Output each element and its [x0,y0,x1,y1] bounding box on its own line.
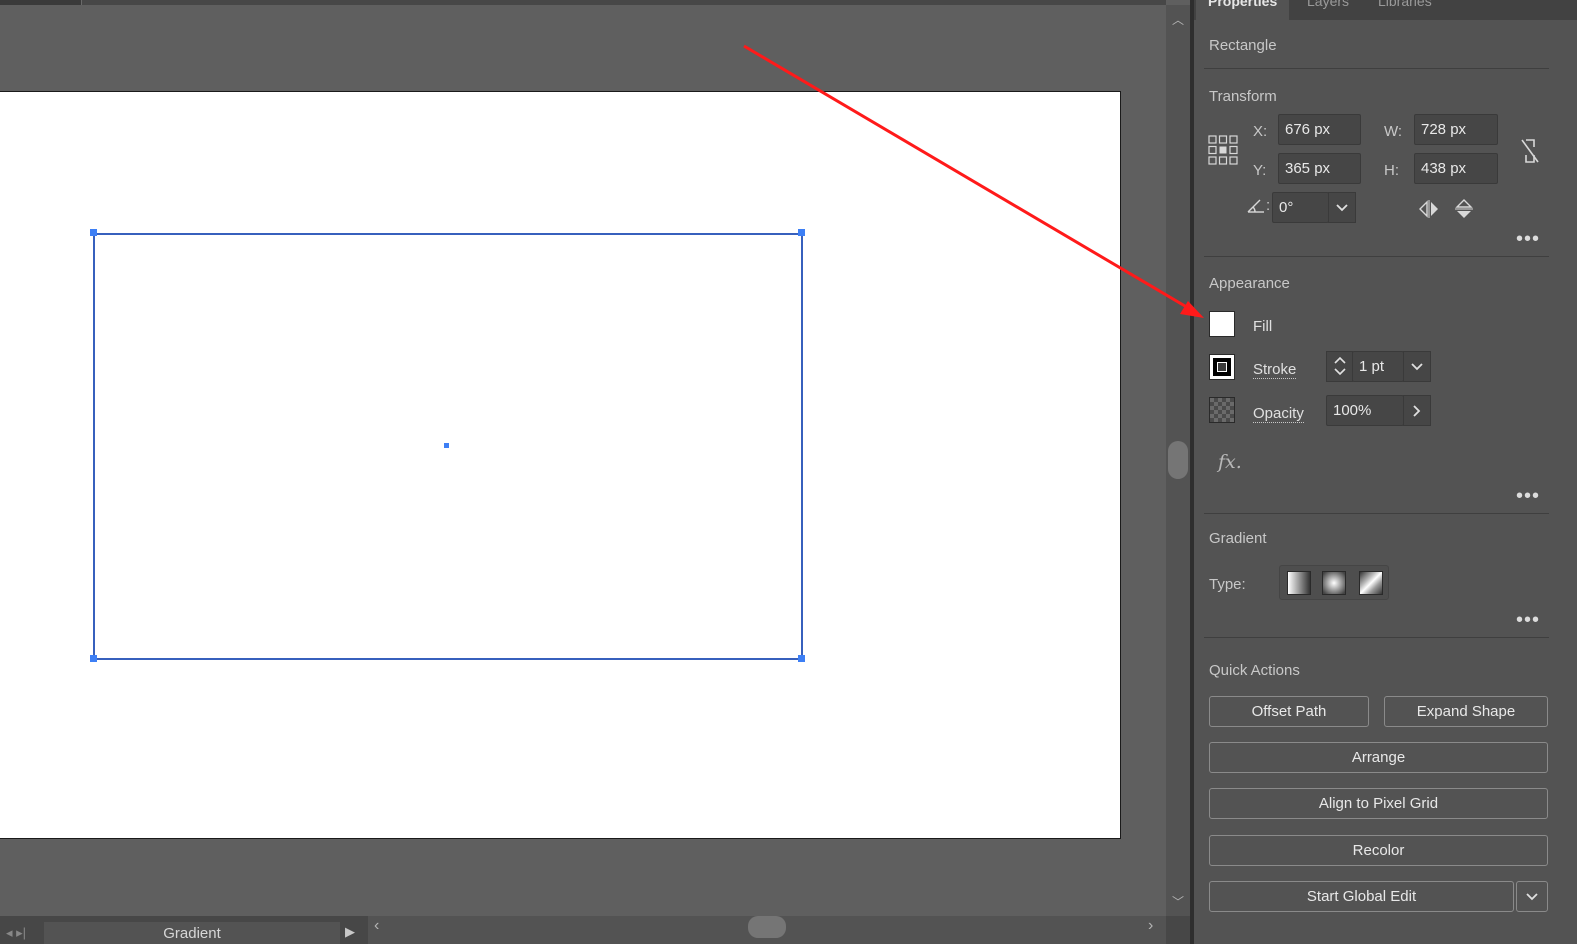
stroke-label[interactable]: Stroke [1253,361,1297,379]
radial-gradient-icon[interactable] [1322,571,1346,595]
fx-effects-icon[interactable]: fx. [1218,451,1242,473]
constrain-proportions-icon[interactable] [1519,137,1541,165]
appearance-title: Appearance [1209,275,1290,292]
transform-more-options-icon[interactable]: ••• [1516,229,1540,249]
rotate-angle-icon [1247,199,1264,213]
tab-layers[interactable]: Layers [1295,0,1361,20]
start-global-edit-button[interactable]: Start Global Edit [1209,881,1514,912]
flip-vertical-icon[interactable] [1455,198,1473,220]
y-input[interactable]: 365 px [1278,153,1361,184]
stroke-weight-stepper[interactable] [1326,351,1353,382]
divider [1204,256,1549,257]
recolor-button[interactable]: Recolor [1209,835,1548,866]
selection-handle-bottom-right[interactable] [798,655,805,662]
object-type-label: Rectangle [1209,37,1277,54]
chevron-down-icon [1336,204,1348,212]
chevron-down-icon [1526,893,1538,901]
scroll-down-icon[interactable]: ﹀ [1166,893,1190,910]
rotate-angle-input[interactable]: 0° [1272,192,1329,223]
chevron-right-icon [1413,405,1421,417]
scroll-up-icon[interactable]: ︿ [1166,11,1190,28]
rotate-colon: : [1266,197,1271,214]
tab-libraries[interactable]: Libraries [1366,0,1444,20]
horizontal-scroll-thumb[interactable] [748,916,786,938]
expand-shape-button[interactable]: Expand Shape [1384,696,1548,727]
fill-swatch[interactable] [1209,311,1235,337]
divider [1204,637,1549,638]
chevron-down-icon [1411,363,1423,371]
x-input[interactable]: 676 px [1278,114,1361,145]
divider [1204,68,1549,69]
status-menu-play-icon[interactable]: ▶ [345,924,355,940]
selected-rectangle[interactable] [0,0,1166,916]
gradient-more-options-icon[interactable]: ••• [1516,610,1540,630]
selection-handle-bottom-left[interactable] [90,655,97,662]
reference-point-icon[interactable] [1208,135,1238,165]
transform-title: Transform [1209,88,1277,105]
opacity-input[interactable]: 100% [1326,395,1404,426]
flip-horizontal-icon[interactable] [1418,200,1440,218]
panel-tabs: Properties Layers Libraries [1194,0,1577,20]
freeform-gradient-icon[interactable] [1359,571,1383,595]
offset-path-button[interactable]: Offset Path [1209,696,1369,727]
opacity-flyout[interactable] [1403,395,1431,426]
y-label: Y: [1253,162,1267,179]
h-label: H: [1384,162,1399,179]
vertical-scroll-thumb[interactable] [1168,441,1188,479]
gradient-type-label: Type: [1209,576,1246,593]
quick-actions-title: Quick Actions [1209,662,1300,679]
artboard-nav-last-icon[interactable]: ◂ ▸| [0,922,42,944]
linear-gradient-icon[interactable] [1287,571,1311,595]
global-edit-options-dropdown[interactable] [1516,881,1548,912]
arrange-button[interactable]: Arrange [1209,742,1548,773]
canvas-area[interactable] [0,0,1166,916]
w-input[interactable]: 728 px [1414,114,1498,145]
h-input[interactable]: 438 px [1414,153,1498,184]
fill-label: Fill [1253,318,1273,335]
stroke-swatch[interactable] [1209,354,1235,380]
selection-handle-top-right[interactable] [798,229,805,236]
opacity-label[interactable]: Opacity [1253,405,1304,423]
stroke-swatch-hole [1217,362,1227,372]
align-to-pixel-grid-button[interactable]: Align to Pixel Grid [1209,788,1548,819]
stroke-swatch-inner [1213,358,1231,376]
stepper-arrows-icon [1333,356,1346,376]
status-tool-label[interactable]: Gradient [44,922,340,944]
properties-panel: Properties Layers Libraries Rectangle Tr… [1194,0,1577,944]
tab-properties[interactable]: Properties [1196,0,1290,20]
appearance-more-options-icon[interactable]: ••• [1516,486,1540,506]
illustrator-window: ︿ ﹀ ◂ ▸| Gradient ▶ ‹ › Properties Layer… [0,0,1577,944]
divider [1204,513,1549,514]
gradient-title: Gradient [1209,530,1267,547]
w-label: W: [1384,123,1403,140]
selection-handle-top-left[interactable] [90,229,97,236]
stroke-weight-dropdown[interactable] [1403,351,1431,382]
x-label: X: [1253,123,1268,140]
selection-center-point[interactable] [444,443,449,448]
stroke-weight-input[interactable]: 1 pt [1352,351,1404,382]
scroll-left-icon[interactable]: ‹ [374,917,379,935]
opacity-checker-icon[interactable] [1209,397,1235,423]
scroll-right-icon[interactable]: › [1148,917,1153,935]
rotate-angle-dropdown[interactable] [1328,192,1356,223]
